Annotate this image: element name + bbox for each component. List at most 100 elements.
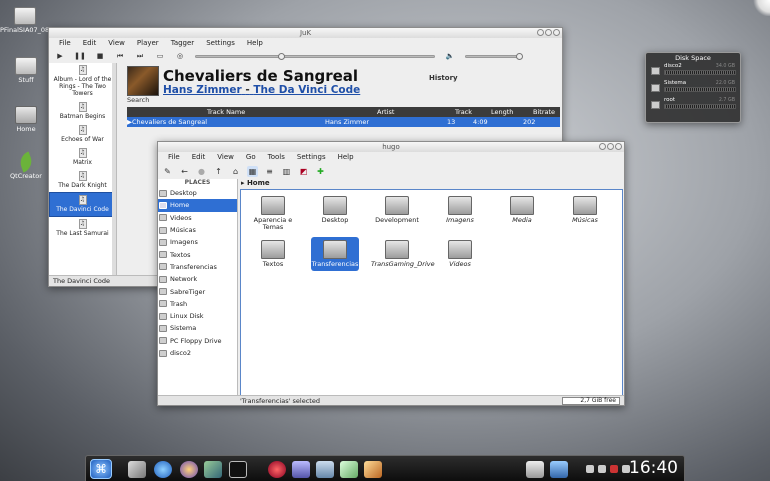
playlist-scrollbar[interactable] xyxy=(112,63,116,276)
now-playing-album[interactable]: The Da Vinci Code xyxy=(253,84,360,96)
menu-go[interactable]: Go xyxy=(246,152,256,163)
column-length[interactable]: Length xyxy=(491,107,513,117)
place-transferencias[interactable]: Transferencias xyxy=(158,261,237,273)
place-musicas[interactable]: Músicas xyxy=(158,224,237,236)
browser-icon[interactable] xyxy=(154,461,172,478)
up-icon[interactable]: ↑ xyxy=(213,166,224,177)
file-item[interactable]: Videos xyxy=(434,240,486,268)
desktop-icon-home[interactable]: Home xyxy=(1,106,51,133)
column-artist[interactable]: Artist xyxy=(377,107,394,117)
desktop-icon-stuff[interactable]: Stuff xyxy=(1,57,51,84)
juk-task-icon[interactable] xyxy=(292,461,310,478)
playlist-item[interactable]: ♫ The Dark Knight xyxy=(49,169,116,192)
maximize-icon[interactable] xyxy=(545,29,552,36)
volume-slider[interactable] xyxy=(465,52,523,60)
place-home[interactable]: Home xyxy=(158,199,237,212)
disk-row[interactable]: disco2 34.0 GB xyxy=(646,63,740,80)
next-icon[interactable]: ⏭ xyxy=(135,52,145,61)
back-icon[interactable]: ← xyxy=(179,166,190,177)
place-videos[interactable]: Videos xyxy=(158,212,237,224)
file-item[interactable]: Development xyxy=(371,196,423,224)
edit-tool-icon[interactable] xyxy=(364,461,382,478)
place-disco2[interactable]: disco2 xyxy=(158,347,237,359)
play-icon[interactable]: ▶ xyxy=(55,52,65,61)
stop-icon[interactable]: ■ xyxy=(95,52,105,61)
details-view-icon[interactable]: ≡ xyxy=(264,166,275,177)
menu-view[interactable]: View xyxy=(108,38,125,49)
place-network[interactable]: Network xyxy=(158,273,237,285)
menu-help[interactable]: Help xyxy=(247,38,263,49)
device-notifier-icon[interactable] xyxy=(550,461,568,478)
previous-icon[interactable]: ⏮ xyxy=(115,52,125,61)
desktop-corner-toolbox-icon[interactable] xyxy=(752,0,770,16)
terminal-icon[interactable] xyxy=(229,461,247,478)
place-floppy[interactable]: PC Floppy Drive xyxy=(158,335,237,347)
file-item[interactable]: Aparencia e Temas xyxy=(247,196,299,231)
desktop-icon-qtcreator[interactable]: QtCreator xyxy=(1,153,51,180)
track-row[interactable]: ▶ Chevaliers de Sangreal Hans Zimmer 13 … xyxy=(127,117,560,127)
history-label[interactable]: History xyxy=(429,74,458,82)
system-settings-icon[interactable] xyxy=(128,461,146,478)
file-item[interactable]: Media xyxy=(496,196,548,224)
home-icon[interactable]: ⌂ xyxy=(230,166,241,177)
file-item[interactable]: TransGaming_Drive xyxy=(371,240,435,268)
tray-network-icon[interactable] xyxy=(598,465,606,473)
breadcrumb-home[interactable]: Home xyxy=(247,179,270,187)
menu-tagger[interactable]: Tagger xyxy=(171,38,194,49)
place-desktop[interactable]: Desktop xyxy=(158,187,237,199)
place-sistema[interactable]: Sistema xyxy=(158,322,237,334)
menu-player[interactable]: Player xyxy=(137,38,159,49)
playlist-item[interactable]: ♫ The Last Samurai xyxy=(49,217,116,240)
column-bitrate[interactable]: Bitrate xyxy=(533,107,555,117)
place-textos[interactable]: Textos xyxy=(158,248,237,260)
menu-settings[interactable]: Settings xyxy=(297,152,326,163)
column-track-name[interactable]: Track Name xyxy=(207,107,245,117)
menu-edit[interactable]: Edit xyxy=(83,38,97,49)
trash-icon[interactable] xyxy=(526,461,544,478)
split-icon[interactable]: ✚ xyxy=(315,166,326,177)
place-sabretiger[interactable]: SabreTiger xyxy=(158,285,237,297)
close-icon[interactable] xyxy=(615,143,622,150)
minimize-icon[interactable] xyxy=(537,29,544,36)
juk-titlebar[interactable]: JuK xyxy=(49,28,562,38)
kde-menu-icon[interactable]: ⌘ xyxy=(90,459,112,479)
playlist-item[interactable]: ♫ Matrix xyxy=(49,146,116,169)
media-player-icon[interactable] xyxy=(268,461,286,478)
breadcrumb[interactable]: ▸ Home xyxy=(241,179,270,187)
minimize-icon[interactable] xyxy=(599,143,606,150)
columns-view-icon[interactable]: ▥ xyxy=(281,166,292,177)
menu-file[interactable]: File xyxy=(59,38,71,49)
planet-icon[interactable] xyxy=(180,461,198,478)
playlist-item[interactable]: ♫ Batman Begins xyxy=(49,100,116,123)
dolphin-task-icon[interactable] xyxy=(316,461,334,478)
tools-icon[interactable] xyxy=(204,461,222,478)
menu-tools[interactable]: Tools xyxy=(268,152,285,163)
file-view[interactable]: Aparencia e Temas Desktop Development Im… xyxy=(240,189,623,397)
menu-file[interactable]: File xyxy=(168,152,180,163)
seek-handle[interactable] xyxy=(278,52,285,60)
playlist-item[interactable]: ♫ Echoes of War xyxy=(49,123,116,146)
seek-slider[interactable] xyxy=(195,52,435,60)
forward-icon[interactable]: ● xyxy=(196,166,207,177)
tray-volume-icon[interactable] xyxy=(586,465,594,473)
place-linux-disk[interactable]: Linux Disk xyxy=(158,310,237,322)
menu-settings[interactable]: Settings xyxy=(206,38,235,49)
tray-notification-icon[interactable] xyxy=(610,465,618,473)
clock[interactable]: 16:40 xyxy=(629,458,678,478)
preview-icon[interactable]: ◩ xyxy=(298,166,309,177)
column-track[interactable]: Track xyxy=(455,107,472,117)
menu-help[interactable]: Help xyxy=(338,152,354,163)
now-playing-artist[interactable]: Hans Zimmer xyxy=(163,84,242,96)
file-item[interactable]: Desktop xyxy=(309,196,361,224)
search-field[interactable]: Search xyxy=(127,96,149,104)
icons-view-icon[interactable]: ▦ xyxy=(247,165,258,177)
disk-row[interactable]: Sistema 22.0 GB xyxy=(646,80,740,97)
playlist-item-selected[interactable]: ♫ The Davinci Code xyxy=(49,192,116,217)
close-icon[interactable] xyxy=(553,29,560,36)
file-item[interactable]: Textos xyxy=(247,240,299,268)
dolphin-titlebar[interactable]: hugo xyxy=(158,142,624,152)
desktop-icon-pfinal[interactable]: PFinalSIA07_08_A8098... xyxy=(0,7,80,34)
disk-row[interactable]: root 2.7 GB xyxy=(646,97,740,114)
place-trash[interactable]: Trash xyxy=(158,298,237,310)
playlist-item[interactable]: ♫ Album - Lord of the Rings - The Two Tow… xyxy=(49,63,116,100)
